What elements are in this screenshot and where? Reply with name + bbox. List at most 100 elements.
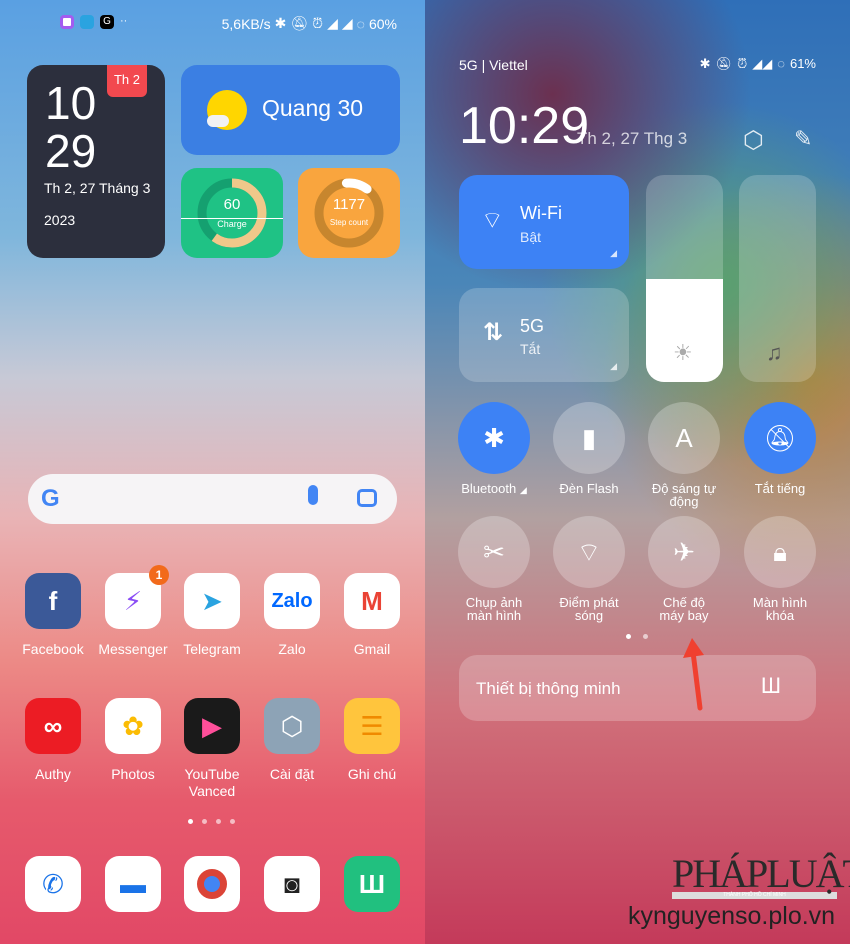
mobile-data-tile[interactable]: ⇅ 5G Tắt ◢: [459, 288, 629, 382]
weather-text: Quang 30: [262, 95, 364, 121]
clock-widget[interactable]: Th 2 10 29 Th 2, 27 Tháng 3 2023: [27, 65, 165, 258]
steps-widget[interactable]: 1177 Step count: [298, 168, 400, 258]
authy-icon: ∞: [25, 698, 81, 754]
app-gmail[interactable]: M Gmail: [332, 573, 412, 658]
hotspot-icon: ⌔: [553, 516, 625, 588]
watermark-logo: PHÁPLUẬT THÀNH PHỐ HỒ CHÍ MINH: [672, 851, 850, 899]
smart-devices-bar[interactable]: Thiết bị thông minh Ш: [459, 655, 816, 721]
youtube-vanced-icon: ▶: [184, 698, 240, 754]
toggle-mute[interactable]: 🔕︎ Tắt tiếng: [732, 402, 828, 495]
battery-icon: ◌: [356, 15, 365, 32]
page-dot[interactable]: [230, 819, 235, 824]
expand-icon[interactable]: ◢: [610, 248, 617, 259]
app-notes[interactable]: ☰ Ghi chú: [332, 698, 412, 783]
app-authy[interactable]: ∞ Authy: [13, 698, 93, 783]
dock-chrome[interactable]: [172, 856, 252, 912]
charge-label: Charge: [181, 218, 283, 229]
charge-widget[interactable]: 60 Charge: [181, 168, 283, 258]
dock-camera[interactable]: ◙: [252, 856, 332, 912]
wifi-title: Wi-Fi: [520, 203, 562, 223]
mobile-state: Tắt: [520, 341, 541, 357]
app-label: Photos: [111, 766, 155, 782]
toggle-bluetooth[interactable]: ✱ Bluetooth ◢: [446, 402, 542, 497]
expand-icon[interactable]: ◢: [610, 361, 617, 372]
brightness-slider[interactable]: ☀: [646, 175, 723, 382]
page-dot[interactable]: [216, 819, 221, 824]
app-label: YouTube Vanced: [184, 766, 240, 799]
auto-brightness-icon: A: [648, 402, 720, 474]
signal-icon: ◢◢: [752, 56, 773, 71]
toggle-auto-brightness[interactable]: A Độ sáng tự động: [636, 402, 732, 508]
page-dot-active[interactable]: [188, 819, 193, 824]
app-label: Messenger: [98, 641, 168, 657]
messenger-icon: [60, 15, 74, 29]
toggle-label: Đèn Flash: [559, 481, 619, 496]
clock-date: Th 2, 27 Tháng 3: [44, 180, 151, 196]
airplane-icon: ✈: [648, 516, 720, 588]
app-label: Facebook: [22, 641, 84, 657]
bell-off-icon: 🔕︎: [744, 402, 816, 474]
telegram-icon: ➤: [184, 573, 240, 629]
app-label: Zalo: [278, 641, 306, 657]
red-arrow-annotation: [683, 638, 704, 711]
app-facebook[interactable]: f Facebook: [13, 573, 93, 658]
page-dot[interactable]: [202, 819, 207, 824]
mute-icon: 🔕︎: [715, 56, 733, 71]
app-messenger[interactable]: ⚡︎ 1 Messenger: [93, 565, 173, 658]
day-badge: Th 2: [107, 65, 147, 97]
bluetooth-icon: ✱: [458, 402, 530, 474]
notes-icon: ☰: [344, 698, 400, 754]
app-settings[interactable]: ⬡ Cài đặt: [252, 698, 332, 783]
toggle-label: Độ sáng tự động: [651, 481, 717, 509]
app-label: Cài đặt: [269, 766, 315, 782]
notification-badge: 1: [149, 565, 169, 585]
toggle-airplane-mode[interactable]: ✈ Chế độ máy bay: [636, 516, 732, 622]
expand-icon[interactable]: ◢: [520, 485, 527, 495]
wifi-tile[interactable]: ⌔ Wi-Fi Bật ◢: [459, 175, 629, 269]
dock-messages[interactable]: ▬: [93, 856, 173, 912]
app-label: Gmail: [353, 641, 391, 657]
messages-icon: ▬: [105, 856, 161, 912]
toggle-screenshot[interactable]: ✂ Chụp ảnh màn hình: [446, 516, 542, 622]
toggle-label: Chụp ảnh màn hình: [465, 595, 523, 623]
messenger-icon: ⚡︎ 1: [105, 565, 169, 629]
battery-percent: 61%: [789, 56, 816, 71]
edit-icon[interactable]: ✎: [794, 126, 812, 152]
zalo-icon: Zalo: [264, 573, 320, 629]
steps-ring: [314, 178, 384, 248]
dock-mi-home[interactable]: Ш: [332, 856, 412, 912]
settings-icon[interactable]: ⬡: [743, 126, 764, 155]
steps-label: Step count: [329, 218, 369, 227]
weather-widget[interactable]: Quang 30: [181, 65, 400, 155]
camera-icon: ◙: [264, 856, 320, 912]
toggle-hotspot[interactable]: ⌔ Điểm phát sóng: [541, 516, 637, 622]
wifi-icon: ⌔: [481, 207, 504, 234]
page-dot[interactable]: [643, 634, 648, 639]
battery-icon: ◌: [777, 56, 785, 71]
toggle-lock-screen[interactable]: 🔒︎ Màn hình khóa: [732, 516, 828, 622]
app-zalo[interactable]: Zalo Zalo: [252, 573, 332, 658]
app-telegram[interactable]: ➤ Telegram: [172, 573, 252, 658]
mobile-title: 5G: [520, 316, 545, 336]
page-dot-active[interactable]: [626, 634, 631, 639]
app-youtube-vanced[interactable]: ▶ YouTube Vanced: [172, 698, 252, 800]
smart-devices-label: Thiết bị thông minh: [476, 679, 621, 698]
screenshot-icon: ✂: [458, 516, 530, 588]
dock-phone[interactable]: ✆: [13, 856, 93, 912]
mi-home-icon: Ш: [344, 856, 400, 912]
google-search-bar[interactable]: G: [28, 474, 397, 524]
brightness-icon: ☀: [673, 340, 693, 365]
mi-home-icon: Ш: [760, 673, 781, 698]
app-photos[interactable]: ✿ Photos: [93, 698, 173, 783]
carrier-label: 5G | Viettel: [459, 57, 528, 73]
toggle-flashlight[interactable]: ▮ Đèn Flash: [541, 402, 637, 495]
toggle-label: Điểm phát sóng: [559, 595, 619, 623]
control-center: 5G | Viettel ✱ 🔕︎ ⏰︎ ◢◢ ◌ 61% 10:29 Th 2, 27 …: [425, 0, 850, 944]
volume-slider[interactable]: ♫: [739, 175, 816, 382]
lens-icon[interactable]: [357, 489, 377, 507]
notification-icons: G ··: [60, 15, 127, 29]
mic-icon[interactable]: [308, 485, 318, 505]
cloud-icon: [207, 115, 229, 127]
flashlight-icon: ▮: [553, 402, 625, 474]
gmail-icon: M: [344, 573, 400, 629]
